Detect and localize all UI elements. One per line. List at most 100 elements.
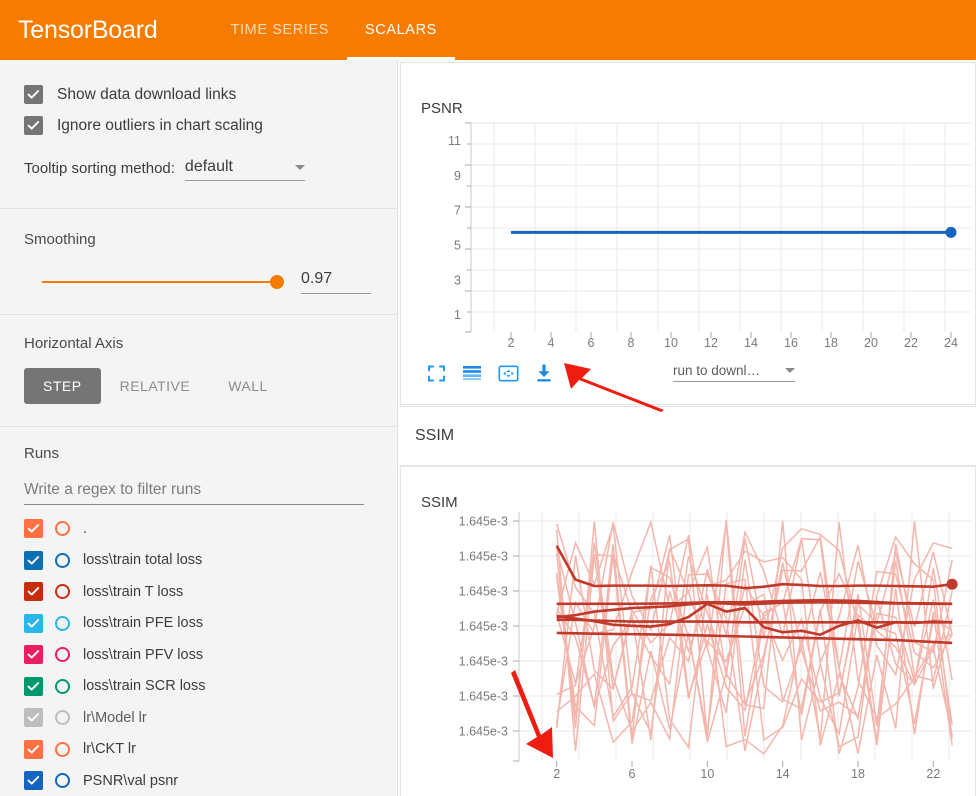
option-label: Show data download links <box>57 85 237 103</box>
run-checkbox[interactable] <box>24 550 43 570</box>
run-color-circle-icon[interactable] <box>55 615 70 631</box>
tab-scalars[interactable]: SCALARS <box>347 0 455 60</box>
ssim-endpoint-marker <box>946 578 958 590</box>
axis-option-step[interactable]: STEP <box>24 368 101 404</box>
run-color-circle-icon[interactable] <box>55 584 70 600</box>
smoothing-slider[interactable] <box>42 275 284 289</box>
psnr-endpoint-marker <box>945 226 957 238</box>
ssim-x-tick-label: 10 <box>700 767 714 781</box>
psnr-run-to-download-select[interactable]: run to downl… <box>673 363 795 382</box>
psnr-download-select-value: run to downl… <box>673 363 761 378</box>
ssim-y-tick-label: 1.645e-3 <box>459 655 508 669</box>
run-list-item[interactable]: lr\Model lr <box>24 702 373 734</box>
tooltip-sorting-row: Tooltip sorting method: default <box>24 158 373 186</box>
fit-domain-icon[interactable] <box>493 360 523 386</box>
settings-sidebar: Show data download links Ignore outliers… <box>0 60 398 796</box>
ssim-chart-plot[interactable]: 1.645e-3 1.645e-3 1.645e-3 1.645e-3 1.645e-3… <box>411 512 971 796</box>
run-list-item[interactable]: loss\train total loss <box>24 545 373 577</box>
axis-option-relative[interactable]: RELATIVE <box>101 368 210 404</box>
smoothing-row: 0.97 <box>24 270 373 294</box>
psnr-y-tick-label: 1 <box>454 308 461 322</box>
ssim-chart-title: SSIM <box>421 494 458 511</box>
run-label: loss\train PFV loss <box>83 646 204 663</box>
run-color-circle-icon[interactable] <box>55 521 70 537</box>
runs-filter-input[interactable] <box>24 481 364 499</box>
ssim-chart-card: SSIM 1.645e-3 1.645e-3 1.645e-3 1.645e-3… <box>400 466 976 796</box>
run-list-item[interactable]: loss\train T loss <box>24 576 373 608</box>
option-ignore-outliers[interactable]: Ignore outliers in chart scaling <box>24 110 373 141</box>
ssim-x-tick-label: 22 <box>926 767 940 781</box>
run-color-circle-icon[interactable] <box>55 552 70 568</box>
run-list-item[interactable]: loss\train PFE loss <box>24 608 373 640</box>
smoothing-section: Smoothing 0.97 <box>0 209 397 314</box>
run-label: lr\CKT lr <box>83 741 136 758</box>
smoothing-title: Smoothing <box>24 231 96 248</box>
run-color-circle-icon[interactable] <box>55 647 70 663</box>
run-label: loss\train T loss <box>83 583 184 600</box>
ssim-y-tick-label: 1.645e-3 <box>459 725 508 739</box>
runs-filter[interactable] <box>24 481 364 505</box>
runs-section: Runs . loss\train total loss loss\train T … <box>0 427 397 796</box>
psnr-y-tick-label: 11 <box>448 134 461 148</box>
ssim-group-header[interactable]: SSIM <box>399 406 976 466</box>
run-label: PSNR\val psnr <box>83 772 179 789</box>
run-checkbox[interactable] <box>24 708 43 728</box>
horizontal-axis-title: Horizontal Axis <box>24 335 124 352</box>
psnr-chart-title: PSNR <box>421 100 463 117</box>
run-label: loss\train PFE loss <box>83 615 204 632</box>
run-label: . <box>83 520 88 537</box>
ssim-y-tick-label: 1.645e-3 <box>459 690 508 704</box>
ssim-y-tick-label: 1.645e-3 <box>459 550 508 564</box>
psnr-chart-card: PSNR 1 3 5 7 9 11 2 4 6 8 10 12 14 16 18… <box>400 62 976 405</box>
smoothing-value-input[interactable]: 0.97 <box>301 270 371 294</box>
run-color-circle-icon[interactable] <box>55 710 70 726</box>
chevron-down-icon <box>294 164 305 170</box>
run-list-item[interactable]: loss\train SCR loss <box>24 671 373 703</box>
smoothing-slider-thumb[interactable] <box>270 275 284 289</box>
psnr-chart-plot[interactable]: 1357911 2 4 6 8 10 12 14 16 18 20 22 24 <box>411 119 971 347</box>
run-color-circle-icon[interactable] <box>55 773 70 789</box>
display-options: Show data download links Ignore outliers… <box>0 79 397 208</box>
ssim-y-tick-label: 1.645e-3 <box>459 585 508 599</box>
ssim-group-title: SSIM <box>415 427 455 444</box>
ssim-x-tick-label: 18 <box>851 767 865 781</box>
download-icon[interactable] <box>529 360 559 386</box>
run-label: loss\train total loss <box>83 552 203 569</box>
tooltip-sorting-label: Tooltip sorting method: <box>24 160 175 177</box>
run-color-circle-icon[interactable] <box>55 678 70 694</box>
ssim-x-tick-label: 2 <box>553 767 560 781</box>
run-list-item[interactable]: PSNR\val psnr <box>24 765 373 796</box>
psnr-y-tick-label: 9 <box>454 169 461 183</box>
ssim-y-tick-label: 1.645e-3 <box>459 515 508 529</box>
fullscreen-icon[interactable] <box>421 360 451 386</box>
run-checkbox[interactable] <box>24 739 43 759</box>
run-color-circle-icon[interactable] <box>55 741 70 757</box>
axis-option-wall[interactable]: WALL <box>209 368 287 404</box>
checkbox-checked-icon[interactable] <box>24 116 43 135</box>
run-label: loss\train SCR loss <box>83 678 206 695</box>
run-list-item[interactable]: . <box>24 513 373 545</box>
option-show-download-links[interactable]: Show data download links <box>24 79 373 110</box>
run-list-item[interactable]: lr\CKT lr <box>24 734 373 766</box>
chevron-down-icon <box>785 368 795 373</box>
ssim-x-tick-label: 6 <box>629 767 636 781</box>
run-checkbox[interactable] <box>24 613 43 633</box>
horizontal-axis-section: Horizontal Axis STEP RELATIVE WALL <box>0 315 397 426</box>
run-checkbox[interactable] <box>24 582 43 602</box>
runs-title: Runs <box>24 445 60 462</box>
checkbox-checked-icon[interactable] <box>24 85 43 104</box>
tab-time-series[interactable]: TIME SERIES <box>213 0 347 60</box>
run-checkbox[interactable] <box>24 771 43 791</box>
app-title: TensorBoard <box>18 15 158 44</box>
charts-area: PSNR 1 3 5 7 9 11 2 4 6 8 10 12 14 16 18… <box>399 60 976 796</box>
data-series-icon[interactable] <box>457 360 487 386</box>
nav-tabs: TIME SERIES SCALARS <box>213 0 455 60</box>
run-label: lr\Model lr <box>83 709 147 726</box>
run-checkbox[interactable] <box>24 676 43 696</box>
psnr-y-tick-label: 5 <box>454 238 461 252</box>
run-checkbox[interactable] <box>24 645 43 665</box>
run-checkbox[interactable] <box>24 519 43 539</box>
psnr-chart-toolbar <box>421 360 565 386</box>
run-list-item[interactable]: loss\train PFV loss <box>24 639 373 671</box>
tooltip-sorting-select[interactable]: default <box>184 158 305 181</box>
